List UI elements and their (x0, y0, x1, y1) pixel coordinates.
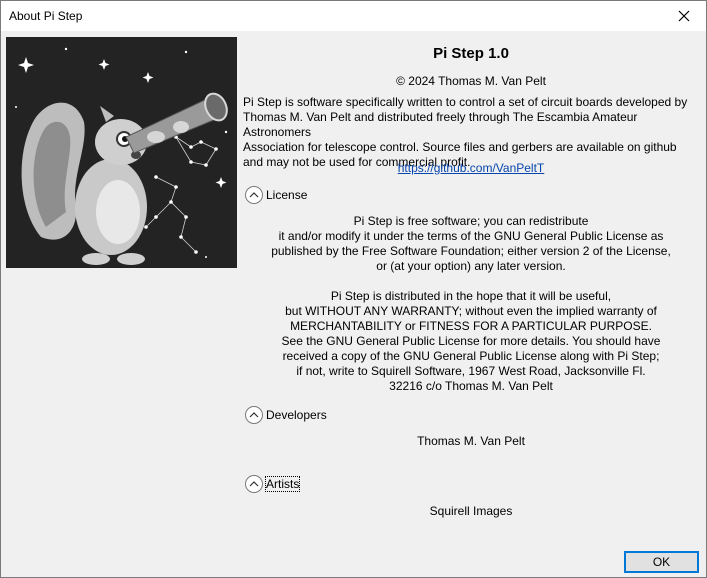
close-button[interactable] (662, 1, 706, 31)
license-line: published by the Free Software Foundatio… (271, 244, 671, 258)
artists-label: Artists (264, 476, 301, 492)
description-line: Pi Step is software specifically written… (243, 95, 688, 109)
app-title: Pi Step 1.0 (433, 45, 509, 62)
license-paragraph-1: Pi Step is free software; you can redist… (241, 214, 701, 274)
chevron-up-icon (245, 186, 263, 204)
window-title: About Pi Step (9, 9, 83, 23)
developers-label: Developers (266, 408, 327, 422)
license-line: Pi Step is distributed in the hope that … (330, 289, 612, 303)
description-line: Thomas M. Van Pelt and distributed freel… (243, 110, 638, 139)
license-label: License (266, 188, 308, 202)
license-line: but WITHOUT ANY WARRANTY; without even t… (285, 304, 657, 318)
license-line: or (at your option) any later version. (376, 259, 566, 273)
description: Pi Step is software specifically written… (243, 95, 699, 170)
license-line: received a copy of the GNU General Publi… (282, 349, 660, 363)
title-bar: About Pi Step (1, 1, 706, 31)
close-icon (678, 10, 690, 22)
chevron-up-icon (245, 406, 263, 424)
chevron-up-icon (245, 475, 263, 493)
ok-button[interactable]: OK (624, 551, 699, 573)
description-line: Association for telescope control. Sourc… (243, 140, 677, 154)
license-line: MERCHANTABILITY or FITNESS FOR A PARTICU… (290, 319, 652, 333)
license-line: it and/or modify it under the terms of t… (278, 229, 664, 243)
developers-section-toggle[interactable]: Developers (245, 405, 327, 425)
license-paragraph-2: Pi Step is distributed in the hope that … (241, 289, 701, 394)
github-link[interactable]: https://github.com/VanPeltT (398, 161, 545, 175)
license-line: Pi Step is free software; you can redist… (353, 214, 589, 228)
license-section-toggle[interactable]: License (245, 185, 307, 205)
license-line: if not, write to Squirell Software, 1967… (296, 364, 646, 378)
squirrel-telescope-image (6, 37, 237, 268)
license-line: 32216 c/o Thomas M. Van Pelt (389, 379, 553, 393)
artist-name: Squirell Images (429, 504, 513, 518)
copyright-text: © 2024 Thomas M. Van Pelt (396, 74, 546, 88)
license-line: See the GNU General Public License for m… (281, 334, 661, 348)
developer-name: Thomas M. Van Pelt (417, 434, 525, 448)
about-dialog: About Pi Step Pi Step 1.0 © 2024 Thomas … (0, 0, 707, 578)
artists-section-toggle[interactable]: Artists (245, 474, 301, 494)
